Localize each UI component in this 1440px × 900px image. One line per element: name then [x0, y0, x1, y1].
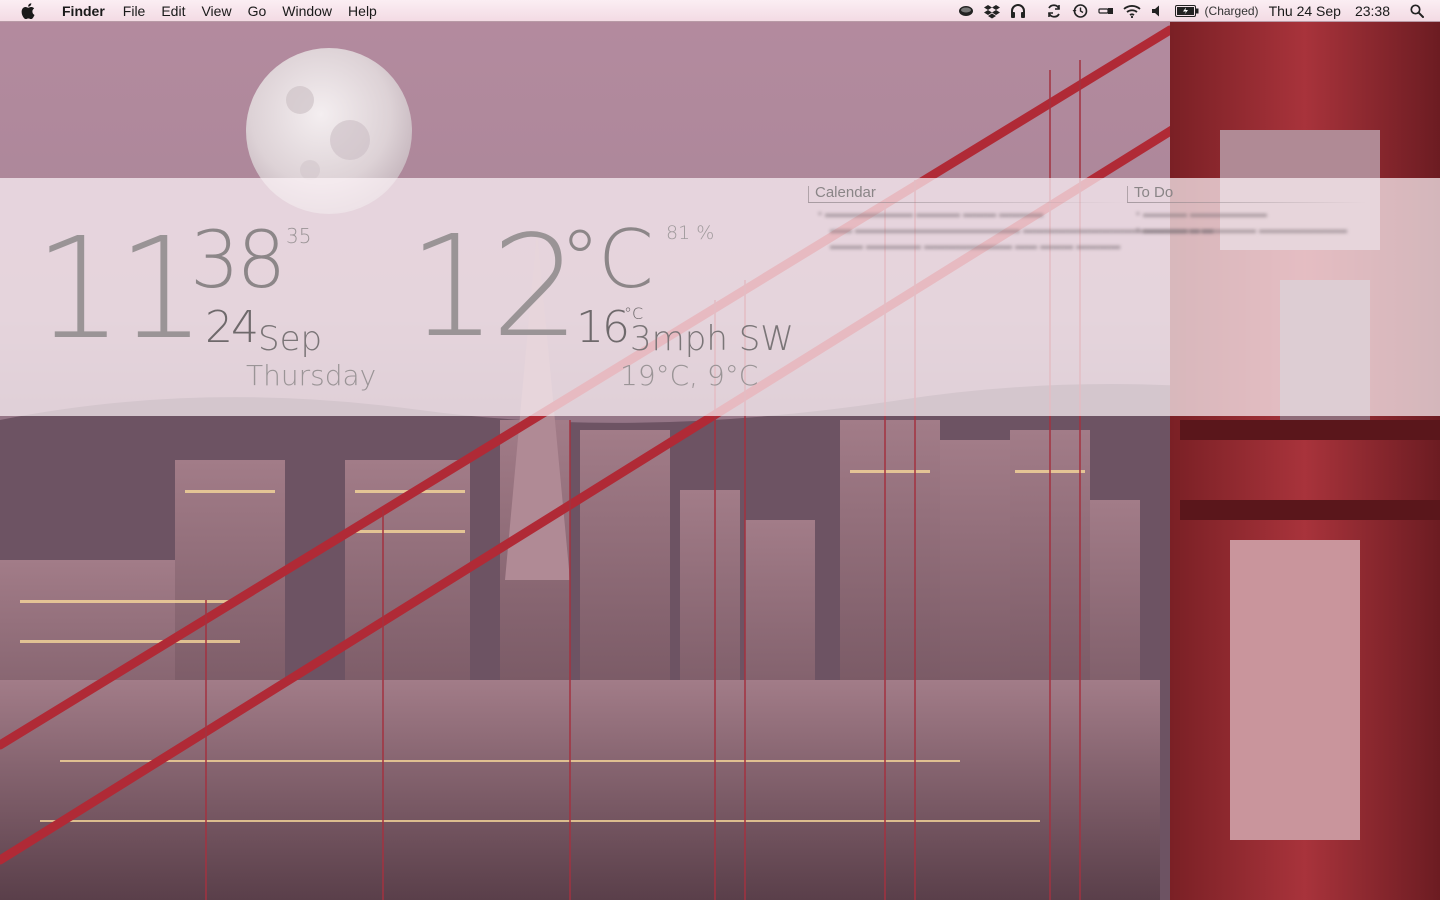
- clock-day: 24: [205, 302, 259, 353]
- menu-app-finder[interactable]: Finder: [54, 0, 113, 22]
- menu-go[interactable]: Go: [240, 0, 275, 22]
- calendar-divider: [808, 202, 1128, 203]
- calendar-title: Calendar: [815, 184, 876, 201]
- status-area: (Charged) Thu 24 Sep 23:38: [953, 0, 1440, 22]
- sync-icon[interactable]: [1045, 3, 1063, 19]
- clock-minute: 38: [190, 216, 286, 306]
- wifi-icon[interactable]: [1122, 3, 1141, 19]
- menubar-time[interactable]: 23:38: [1355, 3, 1390, 19]
- todo-divider: [1127, 202, 1367, 203]
- weather-high-low: 19°C, 9°C: [620, 359, 759, 392]
- clock-hour: 11: [34, 208, 206, 371]
- weather-humidity: 81 %: [666, 222, 715, 244]
- desktop-wallpaper: [0, 0, 1440, 900]
- menu-window[interactable]: Window: [274, 0, 340, 22]
- todo-blurred-entry-1: ▪ ▬▬▬▬ ▬▬▬▬▬▬▬: [1136, 208, 1268, 220]
- todo-blurred-entry-2: ▪ ▬▬▬▬ ▬▬▬▬▬▬ ▬▬▬▬▬▬▬▬: [1136, 224, 1348, 236]
- calendar-blurred-entry-1: ▪ ▬▬▬▬▬▬▬▬ ▬▬▬▬ ▬▬▬ ▬▬▬▬: [818, 208, 1044, 220]
- wallpaper-scene: [0, 0, 1440, 900]
- dropbox-icon[interactable]: [983, 3, 1001, 19]
- clock-month: Sep: [258, 319, 323, 359]
- spotlight-icon[interactable]: [1408, 3, 1426, 19]
- todo-bracket: [1127, 186, 1128, 202]
- volume-icon[interactable]: [1149, 3, 1167, 19]
- weather-feels-like: 16: [576, 302, 630, 353]
- clock-weekday: Thursday: [246, 359, 377, 392]
- coffee-icon[interactable]: [957, 3, 975, 19]
- menu-view[interactable]: View: [193, 0, 239, 22]
- calendar-blurred-entry-3: ▬▬▬ ▬▬▬▬▬ ▬▬▬▬▬▬▬▬ ▬▬ ▬▬▬ ▬▬▬▬: [830, 240, 1121, 252]
- menu-edit[interactable]: Edit: [153, 0, 193, 22]
- todo-title: To Do: [1134, 184, 1174, 201]
- menu-help[interactable]: Help: [340, 0, 385, 22]
- headphones-icon[interactable]: [1009, 3, 1027, 19]
- battery-status: (Charged): [1204, 4, 1259, 18]
- weather-wind: 3mph SW: [630, 319, 794, 359]
- calendar-bracket: [808, 186, 809, 202]
- clock-second: 35: [286, 224, 312, 248]
- menubar-date[interactable]: Thu 24 Sep: [1269, 3, 1341, 19]
- menu-bar: Finder File Edit View Go Window Help (Ch…: [0, 0, 1440, 22]
- time-machine-icon[interactable]: [1071, 3, 1089, 19]
- weather-unit: °C: [560, 213, 654, 306]
- battery-icon[interactable]: [1174, 3, 1199, 19]
- usb-icon[interactable]: [1097, 3, 1115, 19]
- weather-temperature: 12: [408, 206, 580, 369]
- menu-file[interactable]: File: [115, 0, 154, 22]
- apple-menu-icon[interactable]: [20, 2, 36, 19]
